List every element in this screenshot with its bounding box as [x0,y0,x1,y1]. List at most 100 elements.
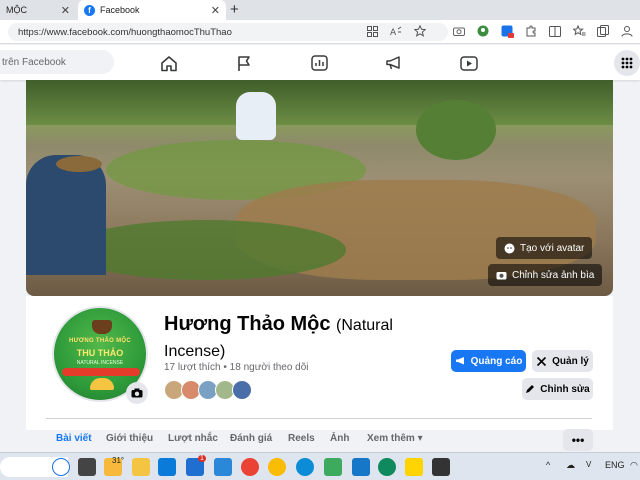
read-aloud-icon[interactable]: A [389,23,403,39]
avatar-text-line2: THU THẢO [76,348,124,358]
split-screen-icon[interactable] [548,23,562,39]
cover-person [26,155,106,275]
address-url: https://www.facebook.com/huongthaomocThu… [18,26,232,38]
app-icon[interactable] [432,458,450,476]
pencil-icon [526,385,535,393]
manage-button[interactable]: Quản lý [532,350,593,372]
ads-button[interactable]: Quảng cáo [451,350,526,372]
search-placeholder: trên Facebook [2,56,66,68]
edge-active-icon[interactable] [378,458,396,476]
camera-icon [496,272,507,280]
megaphone-icon[interactable] [383,53,405,73]
close-icon[interactable]: ✕ [61,4,70,17]
avatar-ribbon [62,368,140,376]
facebook-top-nav: trên Facebook [0,45,640,80]
menu-grid-icon[interactable] [614,50,640,76]
blue-extension-icon[interactable] [500,23,514,39]
wifi-icon[interactable]: ◠ [630,460,638,471]
page-stats[interactable]: 17 lượt thích • 18 người theo dõi [164,362,309,373]
browser-tab-1[interactable]: MỘC ✕ [0,0,76,20]
manage-label: Quản lý [552,355,589,367]
edit-cover-photo-button[interactable]: Chỉnh sửa ảnh bìa [488,264,603,286]
cover-hat [56,156,102,172]
task-view-icon[interactable] [78,458,96,476]
app-icon[interactable] [324,458,342,476]
follower-avatars[interactable] [164,380,252,400]
cover-background [26,80,613,125]
facebook-search-input[interactable]: trên Facebook [0,50,114,74]
browser-tab-facebook[interactable]: f Facebook ✕ [78,0,226,20]
page-name: Hương Thảo Mộc [164,313,331,335]
video-play-icon[interactable] [458,53,480,73]
windows-taskbar: 31° 1 ^ ☁ V ENG ◠ [0,452,640,480]
create-avatar-label: Tạo với avatar [520,242,585,254]
collections-icon[interactable] [596,23,610,39]
keyboard-icon[interactable]: V [586,460,591,469]
cover-plant [416,100,496,160]
lotus-graphic [90,378,114,390]
avatar-text-line1: HƯƠNG THẢO MỘC [69,338,131,344]
tab-about[interactable]: Giới thiệu [106,433,153,444]
extensions-puzzle-icon[interactable] [524,23,538,39]
insights-icon[interactable] [308,53,330,73]
language-indicator[interactable]: ENG [605,460,625,470]
tab-more-label: Xem thêm [367,433,415,444]
browser-tab-strip: MỘC ✕ f Facebook ✕ + [0,0,640,20]
bing-icon[interactable] [52,458,70,476]
megaphone-icon [455,357,464,365]
follower-avatar[interactable] [232,380,252,400]
facebook-favicon-icon: f [84,4,95,16]
notification-badge: 1 [198,455,206,462]
svg-text:A: A [390,28,397,37]
edit-button[interactable]: Chỉnh sửa [522,378,593,400]
app-icon[interactable] [241,458,259,476]
more-options-button[interactable]: ••• [563,429,593,451]
cover-grass [66,220,346,280]
show-hidden-icons-icon[interactable]: ^ [546,460,550,470]
cover-photo: Tạo với avatar Chỉnh sửa ảnh bìa [26,80,613,296]
update-avatar-camera-icon[interactable] [126,382,148,404]
avatar-text-line3: NATURAL INCENSE [76,360,124,366]
profile-divider [46,418,592,419]
tab-more[interactable]: Xem thêm ▾ [367,433,423,444]
pages-flag-icon[interactable] [233,53,255,73]
incense-pot-graphic [92,320,112,334]
vscode-icon[interactable] [352,458,370,476]
cloud-icon[interactable]: ☁ [566,460,575,471]
browser-tab-label: MỘC [6,5,27,15]
create-avatar-button[interactable]: Tạo với avatar [496,237,593,259]
edit-label: Chỉnh sửa [540,383,590,395]
favorite-star-icon[interactable] [413,23,427,39]
address-bar-icons: A [365,23,427,39]
weather-temp: 31° [112,456,125,465]
edge-icon[interactable] [296,458,314,476]
home-icon[interactable] [158,53,180,73]
profile-icon[interactable] [620,23,634,39]
tab-reels[interactable]: Reels [288,433,315,444]
extensions-area [452,23,640,39]
cover-person [236,92,276,140]
favorites-icon[interactable] [572,23,586,39]
browser-tab-label: Facebook [100,5,140,15]
tab-photos[interactable]: Ảnh [330,433,349,444]
green-extension-icon[interactable] [476,23,490,39]
new-tab-icon[interactable]: + [230,1,239,18]
app-available-icon[interactable] [365,23,379,39]
close-icon[interactable]: ✕ [211,4,220,17]
avatar-icon [504,243,515,253]
todo-icon[interactable] [158,458,176,476]
tab-reviews[interactable]: Đánh giá [230,433,272,444]
edit-cover-label: Chỉnh sửa ảnh bìa [512,269,595,281]
tools-icon [537,356,547,366]
store-icon[interactable] [214,458,232,476]
chevron-down-icon: ▾ [417,433,423,444]
tab-mentions[interactable]: Lượt nhắc [168,433,218,444]
chrome-icon[interactable] [268,458,286,476]
tab-posts[interactable]: Bài viết [56,433,92,444]
page-title: Hương Thảo Mộc (Natural Incense) [164,312,414,364]
address-bar-row: https://www.facebook.com/huongthaomocThu… [0,20,640,44]
sticky-notes-icon[interactable] [405,458,423,476]
camera-extension-icon[interactable] [452,23,466,39]
ads-label: Quảng cáo [470,355,523,367]
file-explorer-icon[interactable] [132,458,150,476]
